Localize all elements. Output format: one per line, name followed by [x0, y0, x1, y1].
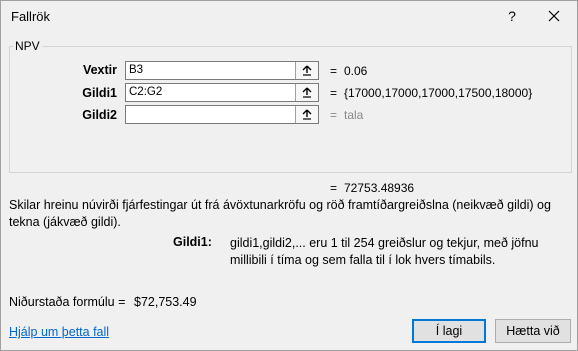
help-button[interactable]: ? [501, 5, 523, 27]
overall-equals-sign: = [330, 181, 338, 195]
close-icon [548, 10, 560, 22]
collapse-arrow-icon [302, 87, 312, 98]
arg-result-gildi2: tala [344, 108, 364, 122]
close-button[interactable] [542, 5, 566, 27]
arg-label-gildi2: Gildi2 [82, 108, 117, 122]
collapse-dialog-button[interactable] [295, 62, 318, 79]
arg-label-vextir: Vextir [82, 63, 117, 77]
arg-result-gildi1: {17000,17000,17000,17500,18000} [344, 86, 533, 100]
collapse-dialog-button[interactable] [295, 106, 318, 123]
formula-result-label: Niðurstaða formúlu = [9, 295, 126, 309]
arg-help-label: Gildi1: [173, 235, 212, 249]
function-description: Skilar hreinu núvirði fjárfestingar út f… [9, 198, 551, 229]
arg-label-gildi1: Gildi1 [82, 86, 117, 100]
overall-result-value: 72753.48936 [344, 181, 415, 195]
arg-field-gildi1[interactable]: C2:G2 [125, 83, 319, 102]
ok-button[interactable]: Í lagi [412, 319, 486, 343]
equals-sign: = [330, 108, 338, 122]
help-on-function-link[interactable]: Hjálp um þetta fall [9, 325, 109, 339]
function-name-label: NPV [13, 39, 42, 53]
arg-field-vextir[interactable]: B3 [125, 61, 319, 80]
equals-sign: = [330, 86, 338, 100]
cancel-button[interactable]: Hætta við [495, 319, 571, 343]
arg-result-vextir: 0.06 [344, 64, 368, 78]
formula-result-value: $72,753.49 [134, 295, 197, 309]
arg-value-gildi1: C2:G2 [129, 86, 163, 98]
collapse-arrow-icon [302, 109, 312, 120]
arg-field-gildi2[interactable] [125, 105, 319, 124]
collapse-dialog-button[interactable] [295, 84, 318, 101]
collapse-arrow-icon [302, 65, 312, 76]
dialog-title: Fallrök [11, 9, 51, 24]
equals-sign: = [330, 64, 338, 78]
arg-help-text: gildi1,gildi2,... eru 1 til 254 greiðslu… [230, 236, 539, 267]
arg-value-vextir: B3 [129, 64, 144, 76]
function-arguments-dialog: Fallrök ? NPV Vextir B3 = 0.06 Gildi1 C2… [0, 0, 578, 351]
